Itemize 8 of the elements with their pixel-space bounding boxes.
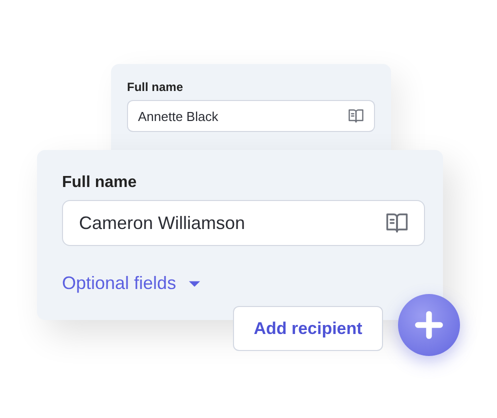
field-label: Full name: [62, 174, 138, 192]
optional-fields-toggle[interactable]: Optional fields: [62, 273, 202, 294]
name-field[interactable]: Cameron Williamson: [62, 200, 425, 246]
name-field[interactable]: Annette Black: [127, 100, 375, 132]
field-label: Full name: [127, 80, 184, 94]
book-icon[interactable]: [347, 107, 365, 125]
caret-icon: [188, 280, 202, 288]
add-recipient-button[interactable]: Add recipient: [233, 306, 383, 351]
